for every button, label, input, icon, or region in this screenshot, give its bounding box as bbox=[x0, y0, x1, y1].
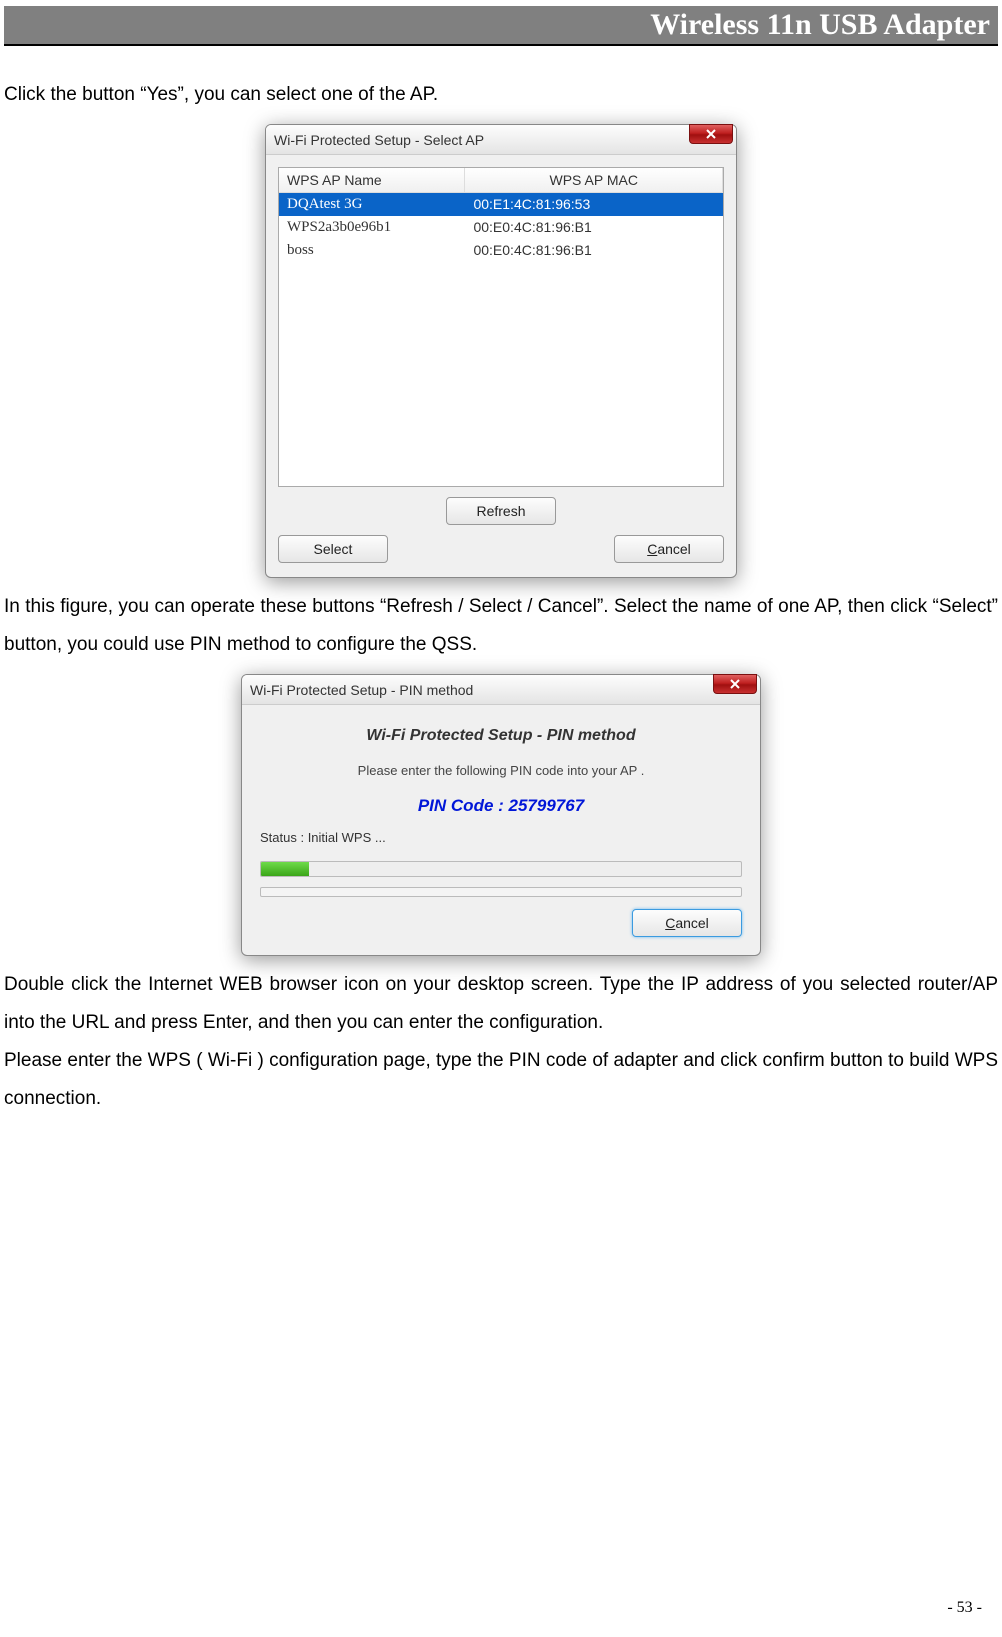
ap-name-cell: DQAtest 3G bbox=[279, 193, 465, 216]
ap-name-cell: WPS2a3b0e96b1 bbox=[279, 216, 465, 239]
paragraph-4: Please enter the WPS ( Wi-Fi ) configura… bbox=[0, 1042, 1002, 1118]
cancel-button[interactable]: Cancel bbox=[632, 909, 742, 937]
pin-code: PIN Code : 25799767 bbox=[260, 796, 742, 816]
ap-mac-cell: 00:E0:4C:81:96:B1 bbox=[465, 239, 723, 262]
close-icon[interactable] bbox=[713, 674, 757, 694]
table-row[interactable]: WPS2a3b0e96b100:E0:4C:81:96:B1 bbox=[279, 216, 723, 239]
pin-subtitle: Wi-Fi Protected Setup - PIN method bbox=[260, 727, 742, 745]
select-ap-title: Wi-Fi Protected Setup - Select AP bbox=[274, 132, 484, 148]
progress-bar bbox=[260, 861, 742, 877]
close-icon[interactable] bbox=[689, 124, 733, 144]
paragraph-3: Double click the Internet WEB browser ic… bbox=[0, 966, 1002, 1042]
document-header: Wireless 11n USB Adapter bbox=[4, 6, 998, 44]
page-number: - 53 - bbox=[947, 1599, 982, 1617]
refresh-button[interactable]: Refresh bbox=[446, 497, 556, 525]
ap-name-cell: boss bbox=[279, 239, 465, 262]
col-header-name[interactable]: WPS AP Name bbox=[279, 168, 465, 193]
cancel-button[interactable]: Cancel bbox=[614, 535, 724, 563]
select-ap-dialog: Wi-Fi Protected Setup - Select AP WPS AP… bbox=[265, 124, 737, 578]
pin-dialog-title: Wi-Fi Protected Setup - PIN method bbox=[250, 682, 473, 698]
table-row[interactable]: boss00:E0:4C:81:96:B1 bbox=[279, 239, 723, 262]
select-button[interactable]: Select bbox=[278, 535, 388, 563]
pin-status: Status : Initial WPS ... bbox=[260, 830, 742, 845]
ap-mac-cell: 00:E0:4C:81:96:B1 bbox=[465, 216, 723, 239]
ap-mac-cell: 00:E1:4C:81:96:53 bbox=[465, 193, 723, 216]
progress-track bbox=[260, 887, 742, 897]
table-row[interactable]: DQAtest 3G00:E1:4C:81:96:53 bbox=[279, 193, 723, 216]
header-divider bbox=[4, 44, 998, 46]
col-header-mac[interactable]: WPS AP MAC bbox=[465, 168, 723, 193]
pin-dialog-titlebar: Wi-Fi Protected Setup - PIN method bbox=[242, 675, 760, 705]
ap-list[interactable]: WPS AP Name WPS AP MAC DQAtest 3G00:E1:4… bbox=[278, 167, 724, 487]
paragraph-2: In this figure, you can operate these bu… bbox=[0, 588, 1002, 664]
select-ap-titlebar: Wi-Fi Protected Setup - Select AP bbox=[266, 125, 736, 155]
pin-method-dialog: Wi-Fi Protected Setup - PIN method Wi-Fi… bbox=[241, 674, 761, 956]
pin-instruction: Please enter the following PIN code into… bbox=[260, 763, 742, 778]
paragraph-1: Click the button “Yes”, you can select o… bbox=[0, 76, 1002, 114]
